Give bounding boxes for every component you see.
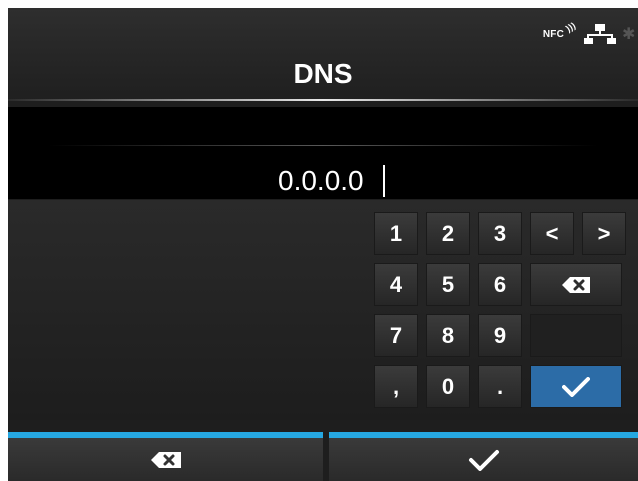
key-9[interactable]: 9 xyxy=(478,314,522,357)
network-icon xyxy=(584,24,616,44)
nfc-icon: NFC xyxy=(543,29,564,40)
bluetooth-icon: ✱ xyxy=(622,26,636,43)
title-underline xyxy=(8,99,638,101)
enter-key[interactable] xyxy=(530,365,622,408)
checkmark-icon xyxy=(562,376,590,397)
input-area[interactable]: 0.0.0.0 xyxy=(8,107,638,199)
header: NFC ✱ DNS xyxy=(8,8,638,101)
key-0[interactable]: 0 xyxy=(426,365,470,408)
input-divider xyxy=(48,145,598,146)
dns-input-value[interactable]: 0.0.0.0 xyxy=(278,165,364,197)
cursor-right-key[interactable]: > xyxy=(582,212,626,255)
key-comma[interactable]: , xyxy=(374,365,418,408)
key-8[interactable]: 8 xyxy=(426,314,470,357)
cursor-left-key[interactable]: < xyxy=(530,212,574,255)
printer-screen: NFC ✱ DNS 0.0.0.0 1 2 3 < > 4 5 xyxy=(8,8,638,481)
key-5[interactable]: 5 xyxy=(426,263,470,306)
backspace-icon xyxy=(562,276,590,293)
backspace-key[interactable] xyxy=(530,263,622,306)
backspace-icon xyxy=(150,451,181,468)
key-4[interactable]: 4 xyxy=(374,263,418,306)
key-period[interactable]: . xyxy=(478,365,522,408)
empty-key xyxy=(530,314,622,357)
page-title: DNS xyxy=(293,58,353,89)
confirm-button[interactable] xyxy=(329,438,638,481)
status-icons: NFC ✱ xyxy=(543,22,636,46)
key-1[interactable]: 1 xyxy=(374,212,418,255)
key-6[interactable]: 6 xyxy=(478,263,522,306)
key-3[interactable]: 3 xyxy=(478,212,522,255)
bottom-separator xyxy=(8,420,638,432)
key-7[interactable]: 7 xyxy=(374,314,418,357)
keypad-area: 1 2 3 < > 4 5 6 7 8 9 , 0 . xyxy=(8,200,638,420)
key-2[interactable]: 2 xyxy=(426,212,470,255)
text-caret xyxy=(383,165,385,197)
cancel-button[interactable] xyxy=(8,438,323,481)
checkmark-icon xyxy=(468,449,499,471)
